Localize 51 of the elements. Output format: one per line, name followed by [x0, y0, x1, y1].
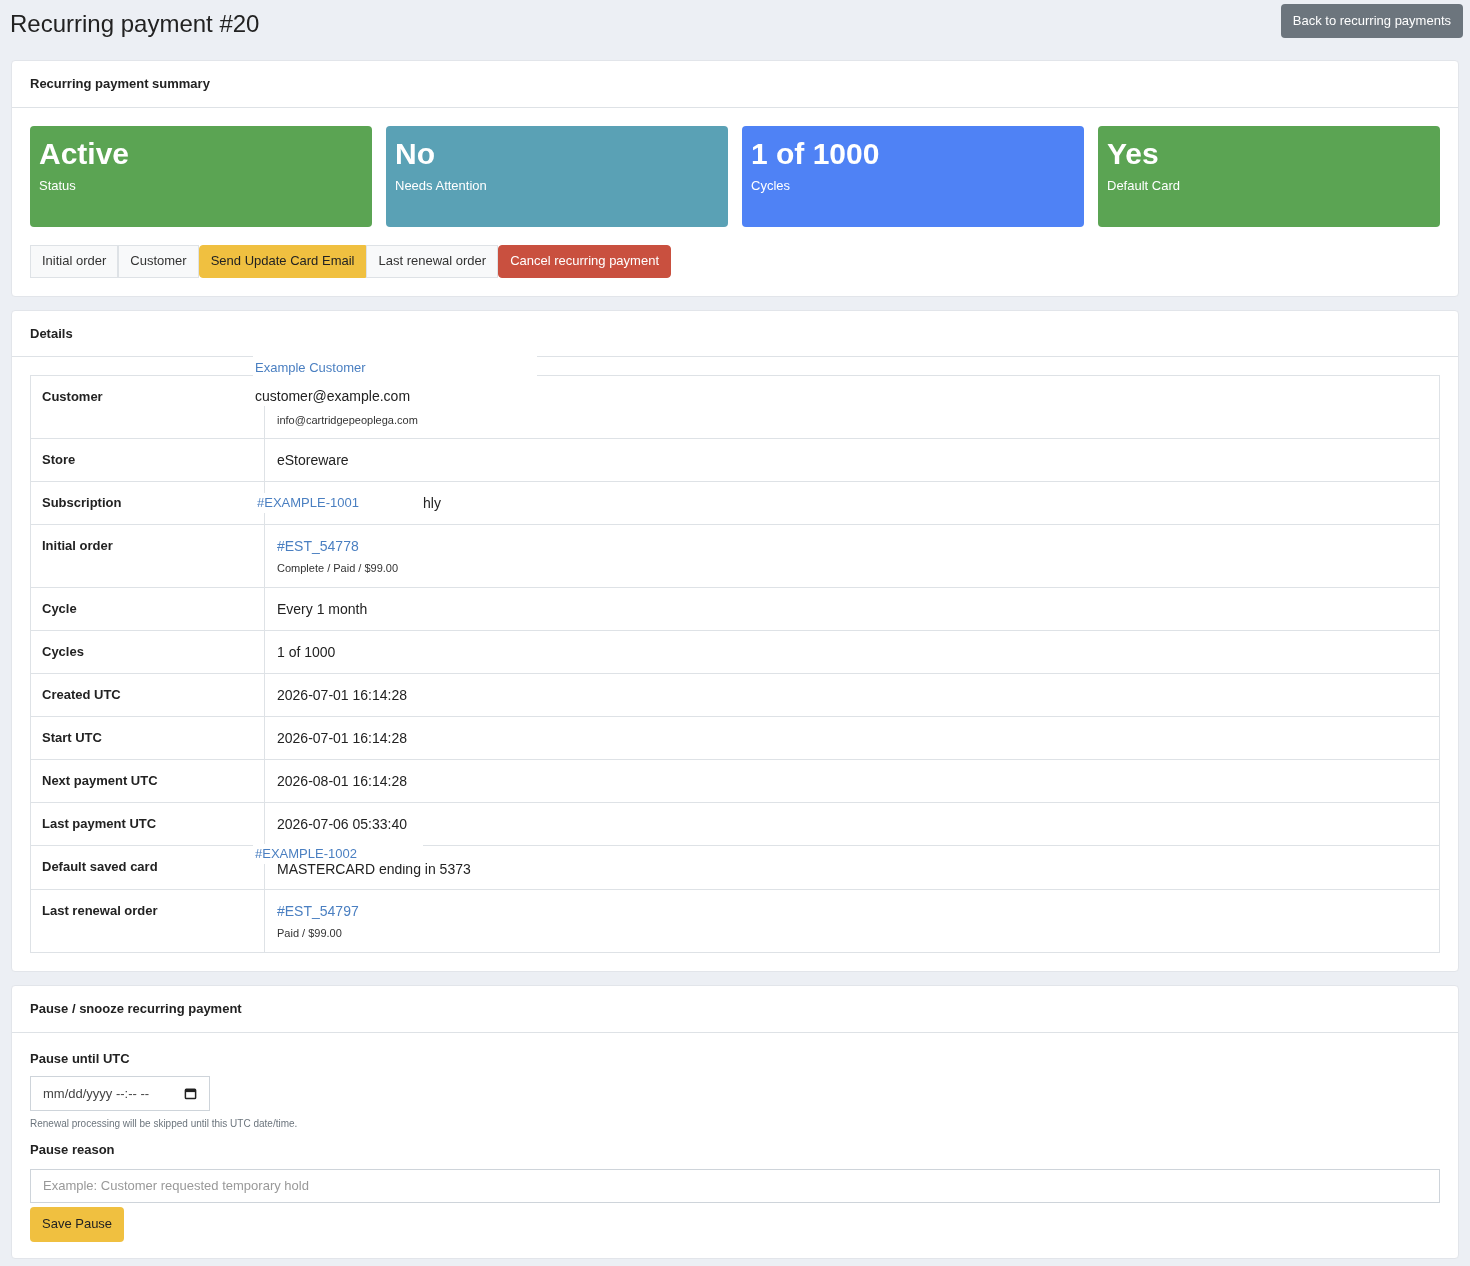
tile-value: No	[395, 135, 436, 172]
detail-value: 1 of 1000	[277, 643, 337, 662]
card-header: Pause / snooze recurring payment	[12, 986, 1458, 1033]
detail-value: eStoreware	[277, 451, 350, 470]
date-field[interactable]: mm/dd/yyyy --:-- --	[30, 1076, 210, 1111]
overlay-link[interactable]: #EXAMPLE-1002	[255, 844, 423, 864]
action-button[interactable]: Send Update Card Email	[198, 244, 367, 278]
detail-note: Paid / $99.00	[277, 926, 343, 941]
action-button[interactable]: Cancel recurring payment	[498, 244, 671, 278]
tile-label: Default Card	[1107, 176, 1181, 195]
row-label: Last payment UTC	[30, 802, 265, 846]
detail-value: Every 1 month	[277, 600, 369, 619]
row-label: Next payment UTC	[30, 759, 265, 803]
field-label: Pause until UTC	[30, 1049, 131, 1068]
action-button[interactable]: Initial order	[30, 244, 119, 278]
row-label: Start UTC	[30, 716, 265, 760]
detail-note: info@cartridgepeoplega.com	[277, 413, 419, 428]
action-button[interactable]: Customer	[118, 244, 199, 278]
row-label: Created UTC	[30, 673, 265, 717]
back-button[interactable]: Back to recurring payments	[1280, 4, 1463, 38]
date-placeholder: mm/dd/yyyy --:-- --	[43, 1084, 150, 1103]
tile-label: Cycles	[751, 176, 791, 195]
detail-value: 2026-07-06 05:33:40	[277, 815, 408, 834]
detail-value: 2026-07-01 16:14:28	[277, 729, 408, 748]
tile-value: 1 of 1000	[751, 135, 881, 172]
order-link[interactable]: #EST_54797	[277, 901, 1427, 921]
row-label: Cycle	[30, 587, 265, 631]
action-button[interactable]: Last renewal order	[366, 244, 499, 278]
detail-value: hly	[423, 494, 441, 513]
detail-value: 2026-08-01 16:14:28	[277, 772, 408, 791]
page-title: Recurring payment #20	[10, 9, 260, 39]
row-label: Last renewal order	[30, 889, 265, 953]
row-label: Store	[30, 438, 265, 482]
tile-value: Yes	[1107, 135, 1160, 172]
detail-value: 2026-07-01 16:14:28	[277, 686, 408, 705]
row-label: Initial order	[30, 524, 265, 588]
tile-label: Status	[39, 176, 77, 195]
help-text: Renewal processing will be skipped until this UTC date/time.	[30, 1117, 299, 1131]
calendar-icon	[184, 1087, 197, 1100]
overlay-link[interactable]: #EXAMPLE-1001	[257, 493, 423, 513]
field-label: Pause reason	[30, 1141, 116, 1159]
tile-value: Active	[39, 135, 131, 172]
reason-field[interactable]: Example: Customer requested temporary hold	[30, 1168, 1440, 1203]
tile-label: Needs Attention	[395, 176, 488, 195]
order-link[interactable]: #EST_54778	[277, 536, 1427, 556]
overlay-link[interactable]: Example Customer	[255, 358, 535, 378]
row-label: Cycles	[30, 630, 265, 674]
save-button[interactable]: Save Pause	[30, 1206, 125, 1242]
card-header: Recurring payment summary	[12, 61, 1458, 108]
detail-note: Complete / Paid / $99.00	[277, 561, 400, 576]
overlay-text: customer@example.com	[255, 387, 412, 406]
